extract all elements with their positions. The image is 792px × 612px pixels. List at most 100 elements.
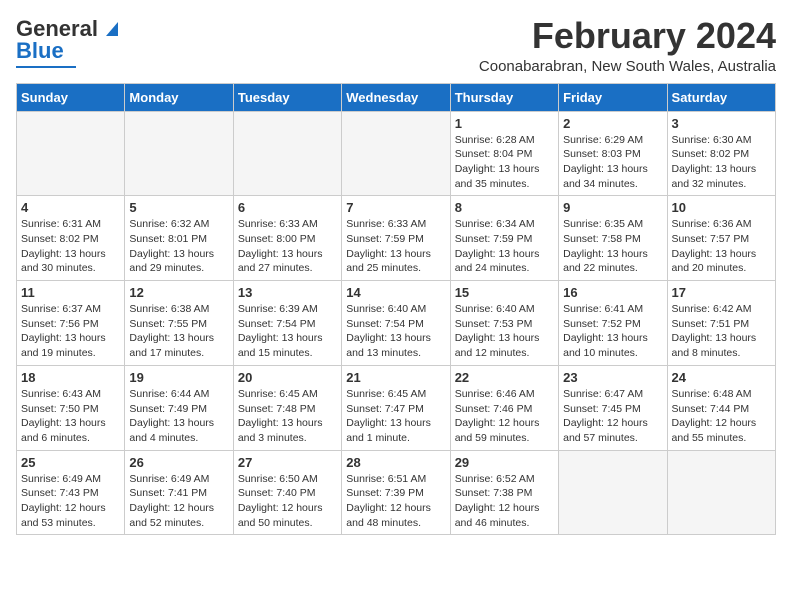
day-number: 9 bbox=[563, 200, 662, 215]
day-number: 15 bbox=[455, 285, 554, 300]
day-info: Sunrise: 6:35 AM Sunset: 7:58 PM Dayligh… bbox=[563, 217, 662, 276]
day-info: Sunrise: 6:45 AM Sunset: 7:47 PM Dayligh… bbox=[346, 387, 445, 446]
day-info: Sunrise: 6:33 AM Sunset: 7:59 PM Dayligh… bbox=[346, 217, 445, 276]
day-number: 6 bbox=[238, 200, 337, 215]
month-title: February 2024 bbox=[479, 16, 776, 56]
day-number: 23 bbox=[563, 370, 662, 385]
day-info: Sunrise: 6:42 AM Sunset: 7:51 PM Dayligh… bbox=[672, 302, 771, 361]
day-number: 8 bbox=[455, 200, 554, 215]
day-info: Sunrise: 6:47 AM Sunset: 7:45 PM Dayligh… bbox=[563, 387, 662, 446]
day-info: Sunrise: 6:31 AM Sunset: 8:02 PM Dayligh… bbox=[21, 217, 120, 276]
day-number: 25 bbox=[21, 455, 120, 470]
calendar-cell: 26Sunrise: 6:49 AM Sunset: 7:41 PM Dayli… bbox=[125, 450, 233, 535]
week-row-2: 4 Sunrise: 6:31 AM Sunset: 8:02 PM Daylig… bbox=[17, 196, 776, 281]
calendar-cell: 2 Sunrise: 6:29 AM Sunset: 8:03 PM Daylig… bbox=[559, 111, 667, 196]
day-number: 18 bbox=[21, 370, 120, 385]
logo-underline bbox=[16, 66, 76, 68]
day-info: Sunrise: 6:46 AM Sunset: 7:46 PM Dayligh… bbox=[455, 387, 554, 446]
calendar-cell: 9 Sunrise: 6:35 AM Sunset: 7:58 PM Daylig… bbox=[559, 196, 667, 281]
calendar-cell bbox=[17, 111, 125, 196]
week-row-1: 1 Sunrise: 6:28 AM Sunset: 8:04 PM Daylig… bbox=[17, 111, 776, 196]
day-number: 5 bbox=[129, 200, 228, 215]
day-info: Sunrise: 6:33 AM Sunset: 8:00 PM Dayligh… bbox=[238, 217, 337, 276]
day-info: Sunrise: 6:43 AM Sunset: 7:50 PM Dayligh… bbox=[21, 387, 120, 446]
col-thursday: Thursday bbox=[450, 83, 558, 111]
day-info: Sunrise: 6:50 AM Sunset: 7:40 PM Dayligh… bbox=[238, 472, 337, 531]
day-number: 22 bbox=[455, 370, 554, 385]
day-info: Sunrise: 6:44 AM Sunset: 7:49 PM Dayligh… bbox=[129, 387, 228, 446]
calendar-cell: 5 Sunrise: 6:32 AM Sunset: 8:01 PM Daylig… bbox=[125, 196, 233, 281]
calendar-cell: 6 Sunrise: 6:33 AM Sunset: 8:00 PM Daylig… bbox=[233, 196, 341, 281]
day-number: 28 bbox=[346, 455, 445, 470]
calendar-cell bbox=[233, 111, 341, 196]
day-number: 19 bbox=[129, 370, 228, 385]
calendar-cell: 11Sunrise: 6:37 AM Sunset: 7:56 PM Dayli… bbox=[17, 281, 125, 366]
day-number: 10 bbox=[672, 200, 771, 215]
calendar-cell bbox=[125, 111, 233, 196]
col-saturday: Saturday bbox=[667, 83, 775, 111]
day-info: Sunrise: 6:52 AM Sunset: 7:38 PM Dayligh… bbox=[455, 472, 554, 531]
day-info: Sunrise: 6:38 AM Sunset: 7:55 PM Dayligh… bbox=[129, 302, 228, 361]
calendar-cell: 28Sunrise: 6:51 AM Sunset: 7:39 PM Dayli… bbox=[342, 450, 450, 535]
logo-blue: Blue bbox=[16, 38, 64, 63]
col-wednesday: Wednesday bbox=[342, 83, 450, 111]
day-info: Sunrise: 6:32 AM Sunset: 8:01 PM Dayligh… bbox=[129, 217, 228, 276]
day-number: 14 bbox=[346, 285, 445, 300]
day-number: 16 bbox=[563, 285, 662, 300]
logo-arrow-icon bbox=[100, 18, 122, 40]
day-info: Sunrise: 6:39 AM Sunset: 7:54 PM Dayligh… bbox=[238, 302, 337, 361]
title-section: February 2024 Coonabarabran, New South W… bbox=[479, 16, 776, 75]
col-friday: Friday bbox=[559, 83, 667, 111]
day-number: 3 bbox=[672, 116, 771, 131]
day-info: Sunrise: 6:29 AM Sunset: 8:03 PM Dayligh… bbox=[563, 133, 662, 192]
calendar-cell: 12Sunrise: 6:38 AM Sunset: 7:55 PM Dayli… bbox=[125, 281, 233, 366]
col-sunday: Sunday bbox=[17, 83, 125, 111]
location-title: Coonabarabran, New South Wales, Australi… bbox=[479, 58, 776, 75]
calendar-cell: 29 Sunrise: 6:52 AM Sunset: 7:38 PM Dayli… bbox=[450, 450, 558, 535]
calendar-cell: 7 Sunrise: 6:33 AM Sunset: 7:59 PM Daylig… bbox=[342, 196, 450, 281]
calendar-header-row: Sunday Monday Tuesday Wednesday Thursday… bbox=[17, 83, 776, 111]
calendar-cell: 16 Sunrise: 6:41 AM Sunset: 7:52 PM Dayli… bbox=[559, 281, 667, 366]
day-info: Sunrise: 6:40 AM Sunset: 7:53 PM Dayligh… bbox=[455, 302, 554, 361]
day-number: 21 bbox=[346, 370, 445, 385]
day-number: 7 bbox=[346, 200, 445, 215]
calendar-cell: 14 Sunrise: 6:40 AM Sunset: 7:54 PM Dayli… bbox=[342, 281, 450, 366]
day-number: 17 bbox=[672, 285, 771, 300]
day-number: 2 bbox=[563, 116, 662, 131]
day-info: Sunrise: 6:45 AM Sunset: 7:48 PM Dayligh… bbox=[238, 387, 337, 446]
day-info: Sunrise: 6:49 AM Sunset: 7:41 PM Dayligh… bbox=[129, 472, 228, 531]
calendar-cell: 10Sunrise: 6:36 AM Sunset: 7:57 PM Dayli… bbox=[667, 196, 775, 281]
calendar-cell: 24 Sunrise: 6:48 AM Sunset: 7:44 PM Dayli… bbox=[667, 365, 775, 450]
day-number: 24 bbox=[672, 370, 771, 385]
day-number: 13 bbox=[238, 285, 337, 300]
day-info: Sunrise: 6:40 AM Sunset: 7:54 PM Dayligh… bbox=[346, 302, 445, 361]
calendar-cell: 8 Sunrise: 6:34 AM Sunset: 7:59 PM Daylig… bbox=[450, 196, 558, 281]
calendar-cell: 4 Sunrise: 6:31 AM Sunset: 8:02 PM Daylig… bbox=[17, 196, 125, 281]
page-header: General Blue February 2024 Coonabarabran… bbox=[16, 16, 776, 75]
week-row-5: 25Sunrise: 6:49 AM Sunset: 7:43 PM Dayli… bbox=[17, 450, 776, 535]
day-info: Sunrise: 6:48 AM Sunset: 7:44 PM Dayligh… bbox=[672, 387, 771, 446]
calendar-cell: 19 Sunrise: 6:44 AM Sunset: 7:49 PM Dayli… bbox=[125, 365, 233, 450]
day-info: Sunrise: 6:28 AM Sunset: 8:04 PM Dayligh… bbox=[455, 133, 554, 192]
day-info: Sunrise: 6:41 AM Sunset: 7:52 PM Dayligh… bbox=[563, 302, 662, 361]
calendar-cell: 17 Sunrise: 6:42 AM Sunset: 7:51 PM Dayli… bbox=[667, 281, 775, 366]
day-info: Sunrise: 6:30 AM Sunset: 8:02 PM Dayligh… bbox=[672, 133, 771, 192]
calendar-cell: 18 Sunrise: 6:43 AM Sunset: 7:50 PM Dayli… bbox=[17, 365, 125, 450]
col-tuesday: Tuesday bbox=[233, 83, 341, 111]
calendar-cell: 27Sunrise: 6:50 AM Sunset: 7:40 PM Dayli… bbox=[233, 450, 341, 535]
day-number: 4 bbox=[21, 200, 120, 215]
calendar-cell: 25Sunrise: 6:49 AM Sunset: 7:43 PM Dayli… bbox=[17, 450, 125, 535]
calendar-cell: 23 Sunrise: 6:47 AM Sunset: 7:45 PM Dayli… bbox=[559, 365, 667, 450]
day-number: 1 bbox=[455, 116, 554, 131]
day-info: Sunrise: 6:37 AM Sunset: 7:56 PM Dayligh… bbox=[21, 302, 120, 361]
day-number: 29 bbox=[455, 455, 554, 470]
calendar-cell bbox=[342, 111, 450, 196]
calendar-cell: 1 Sunrise: 6:28 AM Sunset: 8:04 PM Daylig… bbox=[450, 111, 558, 196]
week-row-4: 18 Sunrise: 6:43 AM Sunset: 7:50 PM Dayli… bbox=[17, 365, 776, 450]
calendar-cell bbox=[667, 450, 775, 535]
calendar-cell bbox=[559, 450, 667, 535]
calendar-table: Sunday Monday Tuesday Wednesday Thursday… bbox=[16, 83, 776, 536]
calendar-cell: 15 Sunrise: 6:40 AM Sunset: 7:53 PM Dayli… bbox=[450, 281, 558, 366]
day-info: Sunrise: 6:34 AM Sunset: 7:59 PM Dayligh… bbox=[455, 217, 554, 276]
calendar-cell: 20Sunrise: 6:45 AM Sunset: 7:48 PM Dayli… bbox=[233, 365, 341, 450]
